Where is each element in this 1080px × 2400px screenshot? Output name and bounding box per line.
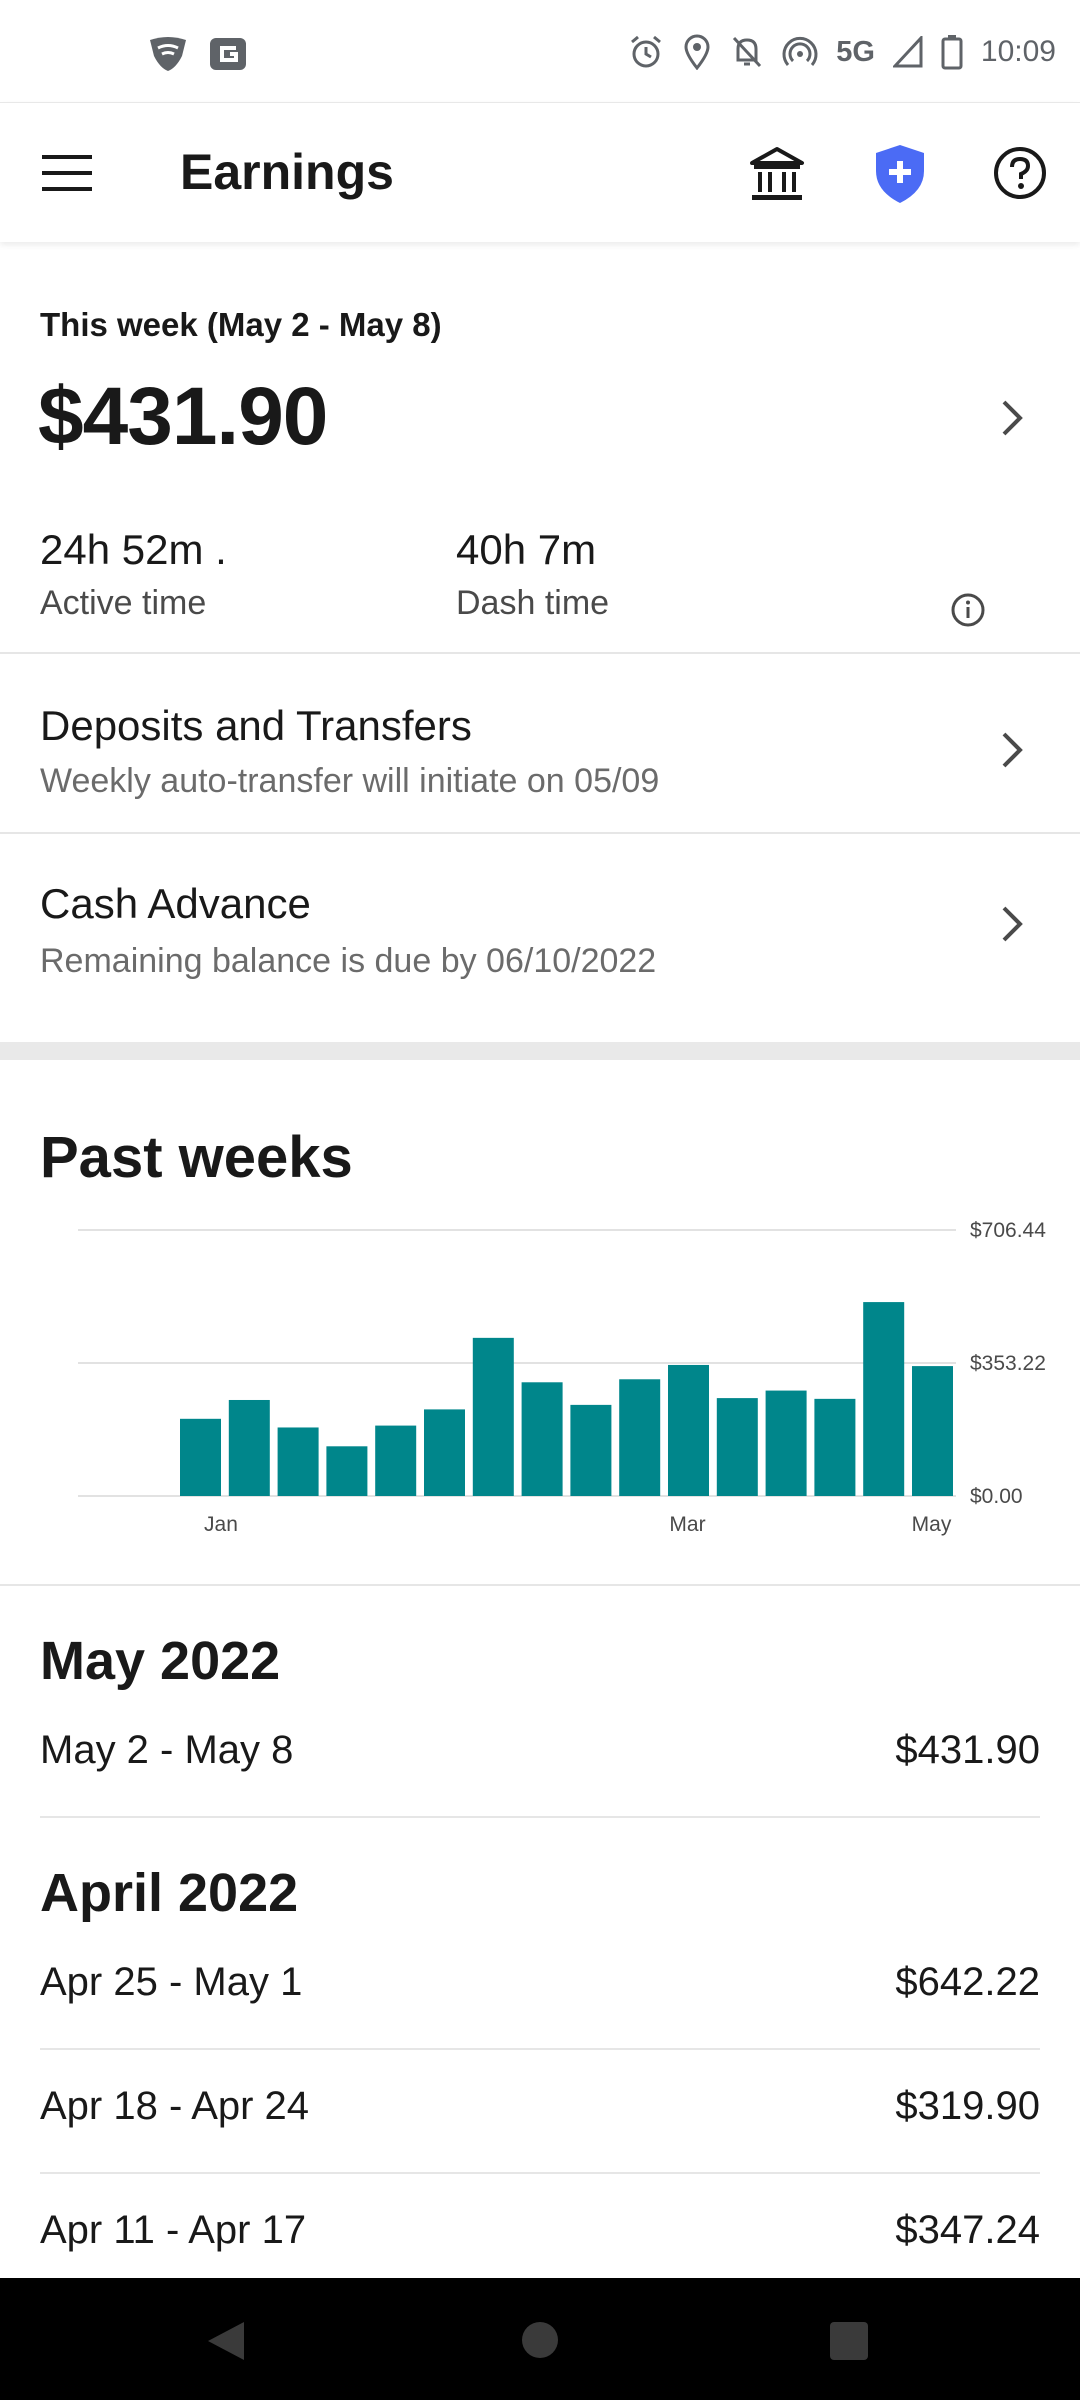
deposits-row[interactable]: Deposits and Transfers Weekly auto-trans… [0,654,1080,832]
divider [0,1584,1080,1586]
chevron-right-icon [1002,906,1023,942]
week-amount-value: $319.90 [895,2084,1040,2128]
system-nav-bar [0,2278,1080,2400]
active-time-label: Active time [40,584,207,622]
deposits-title: Deposits and Transfers [40,702,472,749]
app-bar: Earnings [0,102,1080,242]
week-range: Apr 25 - May 1 [40,1960,303,2004]
bank-icon[interactable] [748,145,806,203]
chart-bar[interactable] [716,1398,758,1496]
deposits-subtitle: Weekly auto-transfer will initiate on 05… [40,762,660,800]
info-icon[interactable] [950,592,986,628]
x-tick-label: Mar [669,1513,705,1536]
x-tick-label: Jan [204,1513,238,1536]
y-tick-label: $0.00 [970,1485,1023,1508]
week-amount-value: $642.22 [895,1960,1040,2004]
chart-bar[interactable] [619,1379,661,1496]
chart-bar[interactable] [326,1446,368,1496]
chart-bar[interactable] [863,1302,905,1496]
menu-icon[interactable] [38,147,100,199]
month-heading: April 2022 [40,1863,299,1923]
clock: 10:09 [980,35,1056,68]
section-divider [0,1042,1080,1060]
week-label: This week (May 2 - May 8) [40,306,442,343]
signal-icon [892,36,923,68]
g-icon [210,38,246,70]
home-icon[interactable] [522,2322,558,2358]
week-earnings-row[interactable]: May 2 - May 8 $431.90 [40,1694,1040,1818]
hotspot-icon [782,36,818,66]
dash-time-label: Dash time [456,584,610,622]
chart-bar[interactable] [228,1399,270,1496]
y-tick-label: $353.22 [970,1352,1046,1375]
cash-advance-row[interactable]: Cash Advance Remaining balance is due by… [0,834,1080,1042]
active-time-value: 24h 52m . [40,526,227,573]
week-amount-value: $431.90 [895,1728,1040,1772]
past-weeks-chart[interactable]: $706.44 $353.22 $0.00 Jan Mar May [0,1200,1080,1550]
x-tick-label: May [912,1513,952,1536]
location-icon [684,34,710,70]
chart-bar[interactable] [180,1418,221,1496]
battery-icon [941,35,963,70]
back-icon[interactable] [204,2318,248,2364]
chart-bar[interactable] [424,1409,465,1496]
chevron-right-icon[interactable] [996,396,1030,440]
cash-advance-title: Cash Advance [40,880,311,927]
active-time-stat: 24h 52m . Active time [40,526,227,623]
chart-bar[interactable] [814,1398,856,1496]
chart-bar[interactable] [521,1382,563,1496]
chart-bar[interactable] [570,1404,612,1496]
chart-bar[interactable] [277,1427,319,1496]
recents-icon[interactable] [830,2322,868,2360]
page-title: Earnings [180,144,394,200]
past-weeks-title: Past weeks [40,1125,353,1190]
month-heading: May 2022 [40,1631,281,1691]
dash-time-value: 40h 7m [456,526,597,573]
cash-advance-subtitle: Remaining balance is due by 06/10/2022 [40,942,657,980]
week-range: Apr 18 - Apr 24 [40,2084,310,2128]
week-amount-value: $347.24 [895,2208,1040,2252]
week-earnings-row[interactable]: Apr 25 - May 1 $642.22 [40,1926,1040,2050]
dash-time-stat: 40h 7m Dash time [456,526,609,623]
week-range: May 2 - May 8 [40,1728,294,1772]
chart-bar[interactable] [765,1390,807,1496]
week-range: Apr 11 - Apr 17 [40,2208,307,2252]
alarm-icon [631,35,662,68]
chevron-right-icon [1002,732,1023,768]
status-bar: 5G 10:09 [0,0,1080,102]
y-tick-label: $706.44 [970,1219,1046,1242]
notifications-off-icon [733,36,762,68]
week-earnings-row[interactable]: Apr 18 - Apr 24 $319.90 [40,2050,1040,2174]
chart-bar[interactable] [668,1364,709,1496]
week-amount[interactable]: $431.90 [38,370,328,464]
chart-bar[interactable] [912,1366,953,1496]
chart-bar[interactable] [472,1337,514,1496]
shield-wifi-icon [150,37,186,71]
chart-bar[interactable] [375,1425,417,1496]
shield-plus-icon[interactable] [872,143,928,205]
help-icon[interactable] [992,145,1048,201]
network-label: 5G [836,35,875,68]
